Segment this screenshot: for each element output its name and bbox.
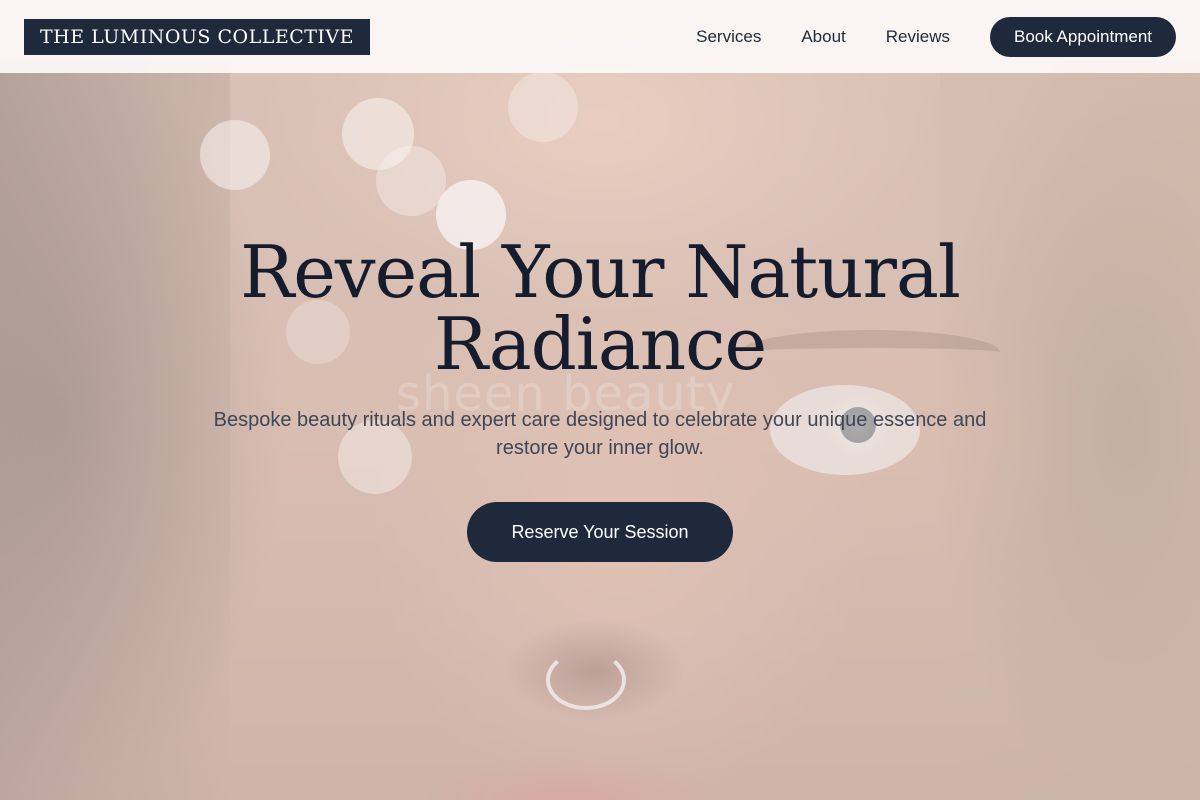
reserve-session-button[interactable]: Reserve Your Session [467,502,733,562]
nav-link-services[interactable]: Services [696,27,761,47]
site-logo[interactable]: THE LUMINOUS COLLECTIVE [24,18,370,55]
site-header: THE LUMINOUS COLLECTIVE Services About R… [0,0,1200,73]
hero-headline: Reveal Your Natural Radiance [240,230,961,386]
hero-section: Reveal Your Natural Radiance Bespoke bea… [0,236,1200,562]
main-nav: Services About Reviews Book Appointment [696,16,1176,57]
hero-subtext: Bespoke beauty rituals and expert care d… [213,409,987,459]
nav-link-reviews[interactable]: Reviews [886,27,950,47]
nav-link-about[interactable]: About [801,27,845,47]
book-appointment-button[interactable]: Book Appointment [990,16,1176,57]
